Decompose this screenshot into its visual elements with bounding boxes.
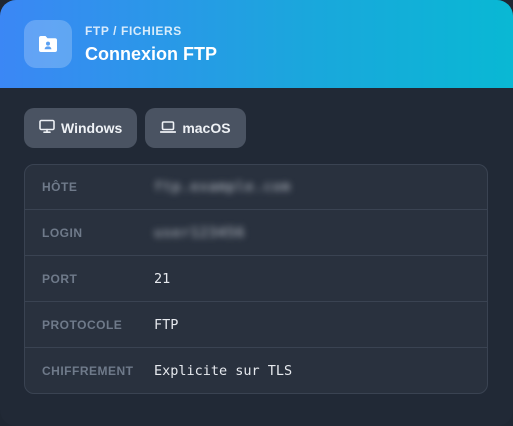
connection-details: HÔTE ftp.example.com LOGIN user123456 PO… [24, 164, 488, 394]
port-label: PORT [42, 271, 78, 286]
windows-button[interactable]: Windows [24, 108, 138, 148]
host-label: HÔTE [42, 180, 78, 194]
field-row-protocol: PROTOCOLE FTP [25, 301, 487, 347]
protocol-value[interactable]: FTP [154, 317, 178, 333]
header-eyebrow: FTP / FICHIERS [85, 23, 182, 38]
macos-button-label: macOS [182, 120, 231, 136]
field-row-login: LOGIN user123456 [25, 209, 487, 255]
encryption-label: CHIFFREMENT [42, 363, 134, 378]
laptop-icon [160, 120, 177, 137]
os-selector: Windows macOS [0, 88, 513, 148]
login-value[interactable]: user123456 [154, 225, 245, 241]
port-value[interactable]: 21 [154, 271, 170, 287]
monitor-icon [39, 119, 55, 137]
host-value[interactable]: ftp.example.com [154, 179, 291, 195]
login-label: LOGIN [42, 225, 83, 240]
card-header: FTP / FICHIERS Connexion FTP [0, 0, 513, 88]
protocol-label: PROTOCOLE [42, 317, 123, 332]
macos-button[interactable]: macOS [145, 108, 246, 148]
encryption-value[interactable]: Explicite sur TLS [154, 363, 292, 379]
field-row-encryption: CHIFFREMENT Explicite sur TLS [25, 347, 487, 393]
page-title: Connexion FTP [85, 43, 217, 64]
windows-button-label: Windows [61, 120, 123, 136]
folder-user-icon [24, 20, 72, 68]
field-row-host: HÔTE ftp.example.com [25, 165, 487, 209]
ftp-connection-card: FTP / FICHIERS Connexion FTP Windows mac… [0, 0, 513, 426]
field-row-port: PORT 21 [25, 255, 487, 301]
